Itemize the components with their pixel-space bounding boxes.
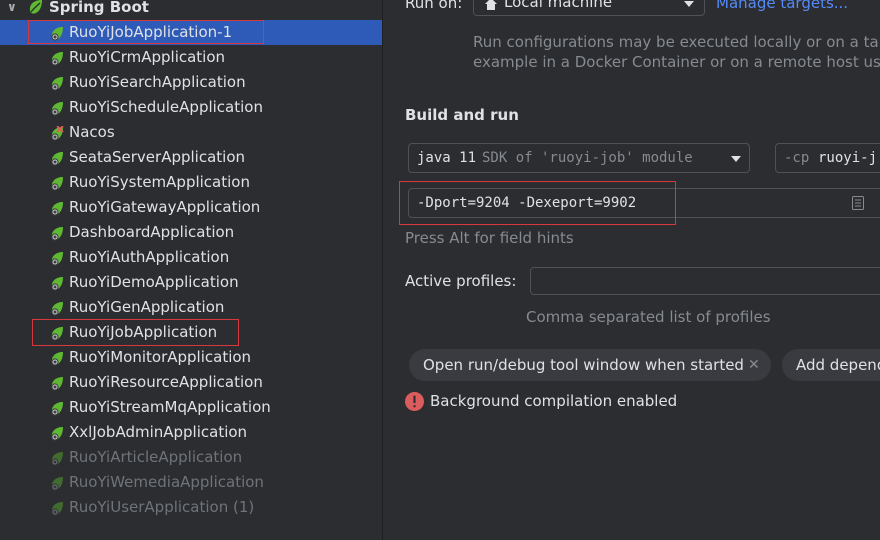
field-hints-text: Press Alt for field hints — [405, 229, 574, 247]
tree-item-label: RuoYiGenApplication — [69, 298, 225, 316]
open-tool-window-label: Open run/debug tool window when started — [423, 356, 744, 374]
tree-item[interactable]: RuoYiDemoApplication — [0, 270, 382, 295]
spring-boot-app-icon — [49, 225, 65, 241]
classpath-flag: -cp — [784, 150, 810, 166]
tree-item[interactable]: Nacos — [0, 120, 382, 145]
tree-item-label: RuoYiDemoApplication — [69, 273, 239, 291]
tree-item[interactable]: RuoYiAuthApplication — [0, 245, 382, 270]
run-on-label: Run on: — [405, 0, 463, 12]
spring-boot-app-icon — [49, 300, 65, 316]
spring-boot-app-icon — [49, 100, 65, 116]
tree-item-label: Nacos — [69, 123, 115, 141]
expand-editor-icon[interactable] — [852, 196, 864, 210]
dropdown-arrow-icon — [731, 156, 741, 162]
open-tool-window-chip[interactable]: Open run/debug tool window when started … — [409, 349, 771, 381]
tree-item-label: RuoYiSearchApplication — [69, 73, 246, 91]
house-icon — [485, 0, 497, 10]
run-on-value: Local machine — [504, 0, 613, 11]
tree-item-label: RuoYiWemediaApplication — [69, 473, 264, 491]
spring-boot-app-icon — [49, 375, 65, 391]
sdk-keyword: java 11 — [417, 150, 477, 166]
spring-boot-app-icon — [49, 200, 65, 216]
tree-item-label: DashboardApplication — [69, 223, 235, 241]
active-profiles-hint: Comma separated list of profiles — [526, 308, 771, 326]
tree-item[interactable]: RuoYiResourceApplication — [0, 370, 382, 395]
tree-item[interactable]: RuoYiGatewayApplication — [0, 195, 382, 220]
tree-item-label: RuoYiArticleApplication — [69, 448, 243, 466]
tree-item-label: RuoYiAuthApplication — [69, 248, 230, 266]
classpath-dropdown[interactable]: -cp ruoyi-j — [775, 143, 880, 173]
spring-boot-app-icon — [49, 350, 65, 366]
tree-item-label: RuoYiScheduleApplication — [69, 98, 263, 116]
spring-boot-icon — [29, 0, 42, 14]
dropdown-arrow-icon — [684, 1, 694, 7]
tree-item[interactable]: RuoYiArticleApplication — [0, 445, 382, 470]
tree-item-label: RuoYiMonitorApplication — [69, 348, 252, 366]
add-dependency-chip[interactable]: Add depende — [782, 349, 880, 381]
active-profiles-input[interactable] — [530, 267, 880, 295]
classpath-value: ruoyi-j — [818, 150, 878, 166]
tree-item-label: RuoYiStreamMqApplication — [69, 398, 271, 416]
spring-boot-app-icon — [49, 75, 65, 91]
run-on-hint-line1: Run configurations may be executed local… — [473, 33, 880, 51]
active-profiles-label: Active profiles: — [405, 272, 517, 290]
vm-options-value: -Dport=9204 -Dexeport=9902 — [417, 195, 637, 211]
spring-boot-app-icon — [49, 275, 65, 291]
tree-item[interactable]: SeataServerApplication — [0, 145, 382, 170]
spring-boot-app-icon — [49, 175, 65, 191]
tree-item-label: RuoYiJobApplication-1 — [69, 23, 233, 41]
tree-item-label: SeataServerApplication — [69, 148, 246, 166]
tree-item-label: RuoYiGatewayApplication — [69, 198, 261, 216]
spring-boot-app-icon — [49, 50, 65, 66]
manage-targets-link[interactable]: Manage targets... — [716, 0, 848, 12]
run-on-hint-line2: example in a Docker Container or on a re… — [473, 53, 880, 71]
configuration-panel: Run on: Local machine Manage targets... … — [383, 0, 880, 540]
sdk-dropdown[interactable]: java 11 SDK of 'ruoyi-job' module — [408, 143, 750, 173]
spring-boot-app-icon — [49, 450, 65, 466]
run-on-dropdown[interactable]: Local machine — [473, 0, 705, 16]
run-configurations-tree[interactable]: ∨ Spring Boot RuoYiJobApplication-1 RuoY… — [0, 0, 383, 540]
spring-boot-app-icon — [49, 400, 65, 416]
tree-item[interactable]: XxlJobAdminApplication — [0, 420, 382, 445]
spring-boot-app-icon — [49, 25, 65, 41]
tree-item-label: RuoYiJobApplication — [69, 323, 218, 341]
spring-boot-app-icon — [49, 475, 65, 491]
tree-item[interactable]: RuoYiUserApplication (1) — [0, 495, 382, 520]
tree-item[interactable]: RuoYiCrmApplication — [0, 45, 382, 70]
tree-item[interactable]: RuoYiSearchApplication — [0, 70, 382, 95]
tree-item[interactable]: RuoYiStreamMqApplication — [0, 395, 382, 420]
tree-item-label: XxlJobAdminApplication — [69, 423, 248, 441]
tree-item[interactable]: RuoYiSystemApplication — [0, 170, 382, 195]
vm-options-input[interactable]: -Dport=9204 -Dexeport=9902 — [408, 188, 880, 218]
tree-item[interactable]: RuoYiGenApplication — [0, 295, 382, 320]
spring-boot-error-icon — [49, 125, 65, 141]
spring-boot-app-icon — [49, 150, 65, 166]
spring-boot-app-icon — [49, 325, 65, 341]
tree-item-label: RuoYiCrmApplication — [69, 48, 226, 66]
tree-item-label: RuoYiResourceApplication — [69, 373, 263, 391]
warning-text: Background compilation enabled — [430, 392, 678, 410]
spring-boot-app-icon — [49, 500, 65, 516]
tree-item[interactable]: DashboardApplication — [0, 220, 382, 245]
tree-item[interactable]: RuoYiScheduleApplication — [0, 95, 382, 120]
tree-item[interactable]: RuoYiJobApplication — [0, 320, 382, 345]
spring-boot-app-icon — [49, 250, 65, 266]
tree-item[interactable]: RuoYiWemediaApplication — [0, 470, 382, 495]
close-icon[interactable]: ✕ — [748, 349, 760, 381]
tree-item[interactable]: RuoYiJobApplication-1 — [0, 20, 382, 45]
sdk-detail: SDK of 'ruoyi-job' module — [482, 150, 693, 166]
tree-item[interactable]: RuoYiMonitorApplication — [0, 345, 382, 370]
build-and-run-heading: Build and run — [405, 106, 519, 124]
tree-group-label: Spring Boot — [49, 0, 149, 16]
error-icon — [405, 392, 424, 411]
chevron-down-icon[interactable]: ∨ — [7, 0, 17, 20]
add-dependency-label: Add depende — [796, 356, 880, 374]
tree-group-spring-boot[interactable]: ∨ Spring Boot — [0, 0, 382, 20]
tree-item-label: RuoYiSystemApplication — [69, 173, 250, 191]
spring-boot-app-icon — [49, 425, 65, 441]
tree-item-label: RuoYiUserApplication (1) — [69, 498, 255, 516]
